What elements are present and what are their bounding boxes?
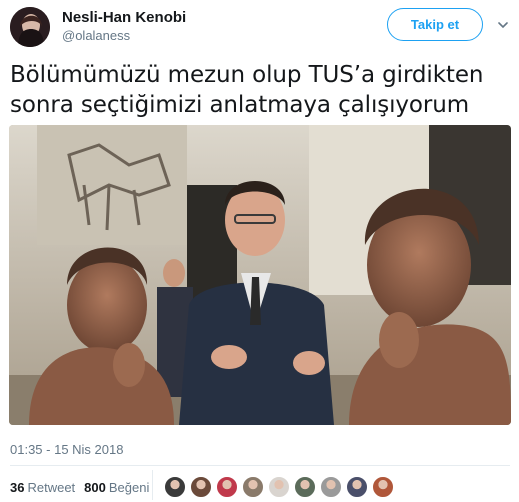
tweet-text-line: Bölümümüzü mezun olup TUS’a girdikten xyxy=(10,62,484,88)
tweet-photo[interactable] xyxy=(9,125,511,425)
liker-avatar[interactable] xyxy=(164,476,186,498)
chevron-down-icon[interactable] xyxy=(498,20,508,30)
liker-avatar[interactable] xyxy=(268,476,290,498)
like-count: 800 xyxy=(84,479,106,495)
tweet-card: Nesli-Han Kenobi @olalaness Takip et Böl… xyxy=(0,0,519,502)
user-handle[interactable]: @olalaness xyxy=(62,28,130,43)
liker-avatar[interactable] xyxy=(190,476,212,498)
divider xyxy=(10,465,510,466)
retweet-stat[interactable]: 36 Retweet xyxy=(10,480,75,495)
tweet-text: Bölümümüzü mezun olup TUS’a girdikten so… xyxy=(10,60,510,120)
liker-avatars xyxy=(164,476,398,498)
tweet-stats: 36 Retweet 800 Beğeni xyxy=(10,478,158,496)
tweet-text-line: sonra seçtiğimizi anlatmaya çalışıyorum xyxy=(10,92,470,118)
liker-avatar[interactable] xyxy=(346,476,368,498)
like-label: Beğeni xyxy=(108,479,150,495)
display-name[interactable]: Nesli-Han Kenobi xyxy=(62,9,186,26)
avatar[interactable] xyxy=(10,7,50,47)
liker-avatar[interactable] xyxy=(320,476,342,498)
retweet-label: Retweet xyxy=(27,479,76,495)
tweet-timestamp[interactable]: 01:35 - 15 Nis 2018 xyxy=(10,442,123,457)
like-stat[interactable]: 800 Beğeni xyxy=(84,480,149,495)
retweet-count: 36 xyxy=(10,479,25,495)
liker-avatar[interactable] xyxy=(242,476,264,498)
follow-button[interactable]: Takip et xyxy=(387,8,483,41)
stats-separator xyxy=(152,470,153,500)
liker-avatar[interactable] xyxy=(372,476,394,498)
liker-avatar[interactable] xyxy=(216,476,238,498)
liker-avatar[interactable] xyxy=(294,476,316,498)
